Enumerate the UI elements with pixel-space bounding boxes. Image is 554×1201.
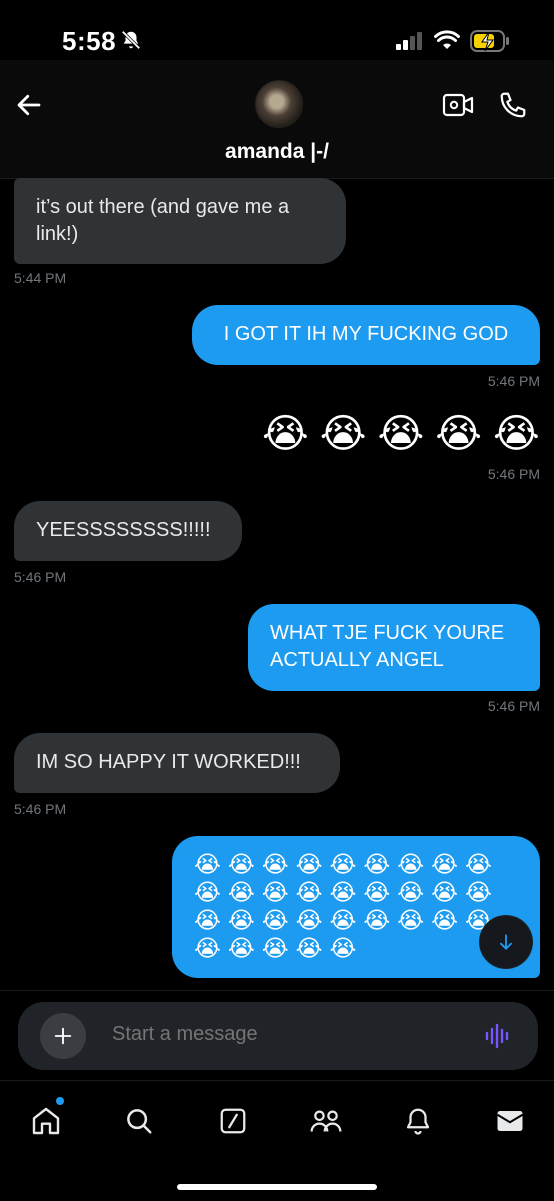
notifications-icon	[406, 1108, 430, 1135]
message-bubble-incoming[interactable]: YEESSSSSSSS!!!!!	[14, 501, 242, 561]
notification-dot	[56, 1097, 64, 1105]
emoji-message[interactable]: 😭😭😭😭😭	[262, 410, 551, 458]
message-input[interactable]	[110, 1022, 454, 1047]
communities-icon	[310, 1110, 342, 1132]
home-icon	[32, 1107, 60, 1135]
bell-off-icon	[121, 30, 141, 50]
message-bubble-incoming[interactable]: it’s out there (and gave me a link!)	[14, 178, 346, 264]
message-bubble-incoming[interactable]: IM SO HAPPY IT WORKED!!!	[14, 733, 340, 793]
wifi-icon	[434, 30, 460, 49]
message-timestamp: 5:44 PM	[14, 270, 67, 286]
message-timestamp: 5:46 PM	[14, 801, 67, 817]
phone-icon[interactable]	[498, 90, 528, 120]
plus-icon	[54, 1027, 72, 1045]
messages-icon	[496, 1111, 524, 1131]
nav-notifications[interactable]	[400, 1103, 436, 1139]
nav-search[interactable]	[121, 1103, 157, 1139]
nav-messages[interactable]	[492, 1103, 528, 1139]
nav-communities[interactable]	[308, 1103, 344, 1139]
voice-waveform-icon[interactable]	[484, 1022, 512, 1050]
contact-name[interactable]: amanda |-/	[0, 140, 554, 164]
message-bubble-outgoing[interactable]: I GOT IT IH MY FUCKING GOD	[192, 305, 540, 365]
video-call-icon[interactable]	[442, 92, 474, 118]
add-media-button[interactable]	[40, 1013, 86, 1059]
grok-icon	[220, 1108, 246, 1134]
message-timestamp: 5:46 PM	[487, 698, 540, 714]
message-timestamp: 5:46 PM	[487, 373, 540, 389]
signal-icon	[396, 32, 422, 50]
battery-charging-icon	[470, 30, 509, 52]
message-timestamp: 5:46 PM	[14, 569, 67, 585]
arrow-down-icon	[500, 934, 512, 950]
scroll-to-bottom-button[interactable]	[480, 916, 532, 968]
search-icon	[127, 1109, 152, 1134]
home-indicator	[177, 1184, 377, 1190]
message-bubble-outgoing[interactable]: WHAT TJE FUCK YOURE ACTUALLY ANGEL	[248, 604, 540, 691]
message-timestamp: 5:46 PM	[487, 466, 540, 482]
avatar[interactable]	[255, 80, 303, 128]
back-arrow-icon[interactable]	[14, 90, 44, 120]
bottom-navigation	[0, 1080, 554, 1201]
conversation-header: amanda |-/	[0, 60, 554, 178]
status-time: 5:58	[62, 26, 117, 56]
nav-home[interactable]	[28, 1103, 64, 1139]
nav-grok[interactable]	[215, 1103, 251, 1139]
